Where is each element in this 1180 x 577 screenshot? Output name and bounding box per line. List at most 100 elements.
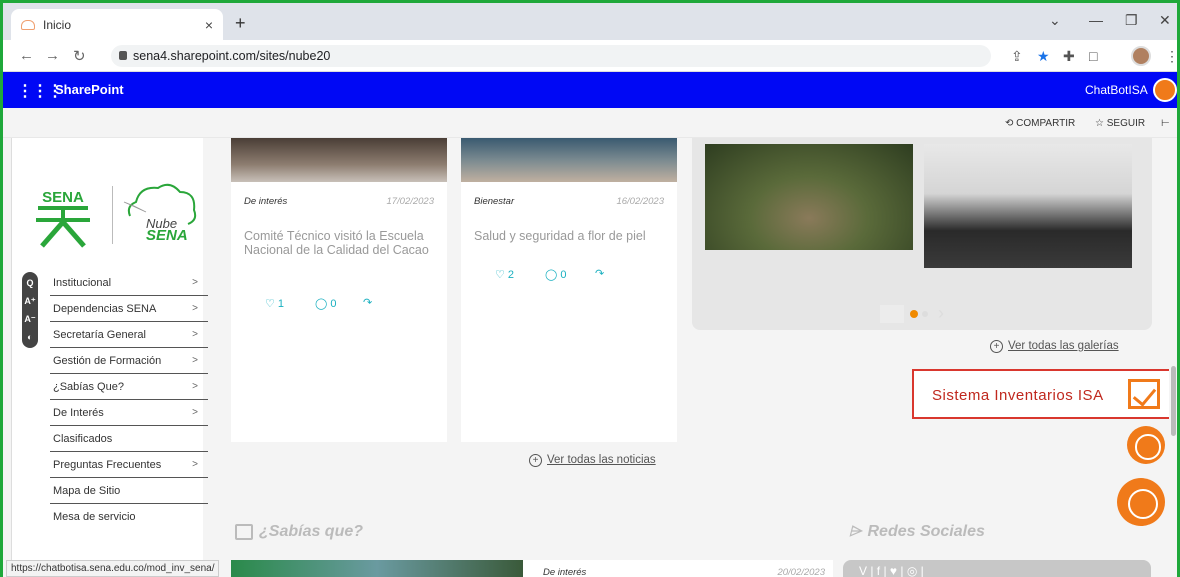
- carousel-prev[interactable]: [880, 304, 904, 323]
- news-title[interactable]: Comité Técnico visitó la Escuela Naciona…: [244, 229, 440, 257]
- plus-circle-icon: +: [990, 340, 1003, 353]
- lock-icon: [119, 51, 127, 60]
- follow-button[interactable]: ☆ SEGUIR: [1095, 118, 1145, 129]
- photo-gallery: ›: [692, 138, 1152, 330]
- page-content: SENA Nube SENA Q A⁺ A⁻ ◐ Institucional >…: [3, 138, 1177, 577]
- comment-button[interactable]: ◯ 0: [315, 297, 337, 310]
- sabias-que-title: ¿Sabías que?: [259, 523, 364, 540]
- nav-label: Mapa de Sitio: [53, 485, 121, 497]
- browser-tab[interactable]: Inicio ×: [11, 9, 223, 40]
- reload-icon[interactable]: ↻: [73, 47, 86, 65]
- contrast-icon[interactable]: ◐: [22, 328, 38, 346]
- share-icon[interactable]: ⇪: [1011, 48, 1023, 65]
- nube-line2: SENA: [146, 227, 188, 244]
- chevron-right-icon: >: [192, 303, 198, 314]
- search-icon[interactable]: Q: [22, 274, 38, 292]
- sena-logo[interactable]: SENA: [28, 188, 98, 250]
- page-scrollbar[interactable]: [1169, 138, 1177, 577]
- nav-item-mapa-sitio[interactable]: Mapa de Sitio: [50, 478, 208, 504]
- back-arrow-icon[interactable]: ←: [19, 47, 34, 64]
- see-all-galleries-link[interactable]: + Ver todas las galerías: [990, 340, 1119, 353]
- news-photo[interactable]: [231, 138, 447, 182]
- share-button[interactable]: ⟲ COMPARTIR: [1005, 118, 1075, 129]
- comment-button[interactable]: ◯ 0: [545, 268, 567, 281]
- chatbot-small-icon[interactable]: [1127, 426, 1165, 464]
- decrease-font-icon[interactable]: A⁻: [22, 310, 38, 328]
- nav-item-secretaria[interactable]: Secretaría General >: [50, 322, 208, 348]
- bookmark-star-icon[interactable]: ★: [1037, 48, 1050, 65]
- url-field[interactable]: sena4.sharepoint.com/sites/nube20: [111, 45, 991, 67]
- chevron-right-icon: >: [192, 381, 198, 392]
- minimize-button[interactable]: —: [1089, 12, 1103, 28]
- close-tab-icon[interactable]: ×: [205, 17, 213, 33]
- like-count: 2: [507, 269, 515, 281]
- nav-item-sabias-que[interactable]: ¿Sabías Que? >: [50, 374, 208, 400]
- left-navigation: SENA Nube SENA Q A⁺ A⁻ ◐ Institucional >…: [11, 138, 208, 577]
- user-name[interactable]: ChatBotISA: [1085, 83, 1148, 97]
- news-date: 16/02/2023: [616, 196, 664, 207]
- tab-title: Inicio: [43, 17, 72, 32]
- forward-arrow-icon[interactable]: →: [45, 47, 60, 64]
- user-avatar[interactable]: [1153, 78, 1177, 102]
- tab-search-icon[interactable]: ⌄: [1049, 12, 1061, 29]
- share-label: COMPARTIR: [1016, 118, 1076, 129]
- gallery-image[interactable]: [924, 144, 1132, 268]
- profile-avatar[interactable]: [1131, 46, 1151, 66]
- nav-item-preguntas[interactable]: Preguntas Frecuentes >: [50, 452, 208, 478]
- news-category: Bienestar: [474, 196, 515, 207]
- svg-text:SENA: SENA: [42, 189, 84, 206]
- chatbot-launcher-icon[interactable]: [1117, 478, 1165, 526]
- sharepoint-suite-bar: ⋮⋮⋮ SharePoint ChatBotISA: [3, 72, 1177, 108]
- nav-label: ¿Sabías Que?: [53, 381, 124, 393]
- gallery-image[interactable]: [705, 144, 913, 250]
- sabias-que-card[interactable]: De interés 20/02/2023: [523, 560, 833, 577]
- carousel-next-icon[interactable]: ›: [938, 303, 944, 324]
- command-bar: ⟲ COMPARTIR ☆ SEGUIR ⊢: [3, 108, 1177, 138]
- browser-window: Inicio × + ⌄ — ❐ ✕ ← → ↻ sena4.sharepoin…: [0, 0, 1180, 577]
- collapse-icon[interactable]: ⊢: [1161, 118, 1170, 129]
- increase-font-icon[interactable]: A⁺: [22, 292, 38, 310]
- extensions-icon[interactable]: ✚: [1063, 48, 1075, 65]
- nube-sena-wordmark: Nube SENA: [146, 217, 188, 244]
- menu-kebab-icon[interactable]: ⋮: [1165, 48, 1177, 65]
- nav-label: Preguntas Frecuentes: [53, 459, 162, 471]
- checkbox-check-icon: [1128, 379, 1160, 409]
- nav-item-institucional[interactable]: Institucional >: [50, 270, 208, 296]
- see-all-news-link[interactable]: + Ver todas las noticias: [529, 454, 656, 467]
- sharepoint-title[interactable]: SharePoint: [55, 82, 124, 97]
- nav-item-mesa-servicio[interactable]: Mesa de servicio: [50, 504, 208, 530]
- nav-item-gestion-formacion[interactable]: Gestión de Formación >: [50, 348, 208, 374]
- like-button[interactable]: ♡ 2: [495, 268, 514, 281]
- comment-count: 0: [330, 298, 337, 310]
- side-panel-icon[interactable]: □: [1089, 48, 1097, 64]
- redes-sociales-heading: ⌲ Redes Sociales: [849, 523, 985, 541]
- share-arrow-icon[interactable]: ↷: [363, 296, 372, 309]
- card-date: 20/02/2023: [777, 567, 825, 577]
- chevron-right-icon: >: [192, 407, 198, 418]
- nav-item-clasificados[interactable]: Clasificados: [50, 426, 208, 452]
- sabias-que-heading: ¿Sabías que?: [235, 523, 363, 541]
- carousel-dots: ›: [880, 303, 944, 324]
- news-card[interactable]: Bienestar 16/02/2023 Salud y seguridad a…: [461, 138, 677, 442]
- new-tab-button[interactable]: +: [235, 13, 246, 34]
- sabias-que-image[interactable]: [231, 560, 523, 577]
- carousel-dot[interactable]: [922, 310, 928, 317]
- nav-item-dependencias[interactable]: Dependencias SENA >: [50, 296, 208, 322]
- news-card[interactable]: De interés 17/02/2023 Comité Técnico vis…: [231, 138, 447, 442]
- restore-button[interactable]: ❐: [1125, 12, 1138, 29]
- plus-circle-icon: +: [529, 454, 542, 467]
- close-window-button[interactable]: ✕: [1159, 12, 1171, 29]
- news-photo[interactable]: [461, 138, 677, 182]
- inventory-system-button[interactable]: Sistema Inventarios ISA: [912, 369, 1174, 419]
- see-all-news-label: Ver todas las noticias: [547, 454, 656, 466]
- like-count: 1: [277, 298, 285, 310]
- chevron-right-icon: >: [192, 329, 198, 340]
- social-icons-bar[interactable]: V | f | ♥ | ◎ |: [843, 560, 1151, 577]
- nav-item-de-interes[interactable]: De Interés >: [50, 400, 208, 426]
- share-arrow-icon[interactable]: ↷: [595, 267, 604, 280]
- news-title[interactable]: Salud y seguridad a flor de piel: [474, 229, 670, 243]
- news-category: De interés: [244, 196, 288, 207]
- carousel-dot-active[interactable]: [910, 309, 918, 318]
- scrollbar-thumb[interactable]: [1171, 366, 1176, 436]
- like-button[interactable]: ♡ 1: [265, 297, 284, 310]
